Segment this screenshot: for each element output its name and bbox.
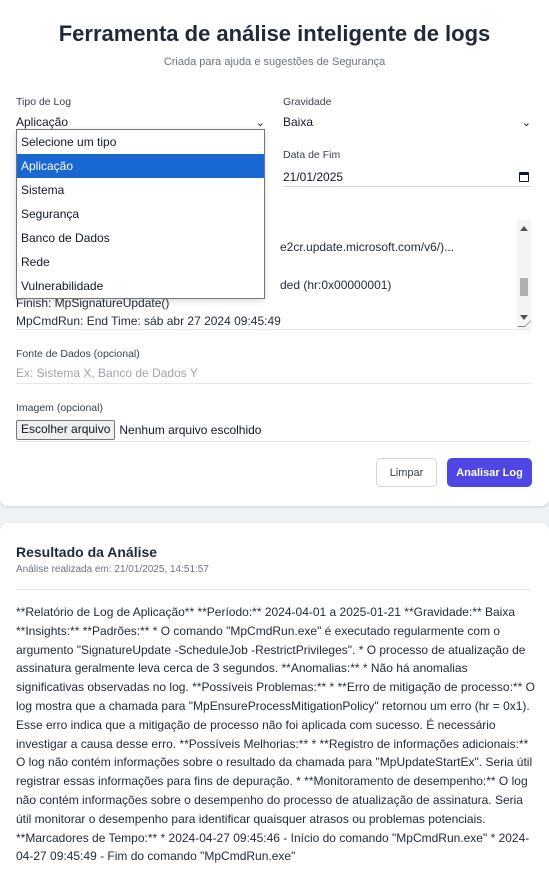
result-body: **Relatório de Log de Aplicação** **Perí… — [16, 605, 535, 864]
dropdown-option[interactable]: Selecione um tipo — [17, 130, 264, 154]
chevron-down-icon: ⌄ — [521, 116, 531, 129]
log-line: e2cr.update.microsoft.com/v6/)... — [280, 240, 455, 254]
log-analysis-form-card: Ferramenta de análise inteligente de log… — [0, 0, 549, 506]
log-type-label: Tipo de Log — [16, 96, 72, 108]
calendar-icon[interactable] — [519, 171, 529, 182]
dropdown-option-selected[interactable]: Aplicação — [17, 154, 264, 178]
end-date-value: 21/01/2025 — [283, 169, 344, 184]
scrollbar-thumb[interactable] — [520, 278, 528, 296]
data-source-label: Fonte de Dados (opcional) — [16, 348, 140, 360]
end-date-label: Data de Fim — [283, 149, 341, 161]
analyze-log-button[interactable]: Analisar Log — [447, 458, 532, 487]
divider — [16, 589, 531, 590]
dropdown-option[interactable]: Vulnerabilidade — [17, 274, 264, 298]
data-source-field[interactable] — [16, 366, 531, 384]
clear-button[interactable]: Limpar — [376, 458, 437, 487]
scroll-up-icon[interactable] — [520, 226, 528, 231]
file-status: Nenhum arquivo escolhido — [119, 423, 262, 437]
dropdown-option[interactable]: Sistema — [17, 178, 264, 202]
severity-select[interactable]: Baixa ⌄ — [283, 111, 531, 133]
log-line: MpCmdRun: End Time: sáb abr 27 2024 09:4… — [16, 314, 281, 328]
end-date-input[interactable]: 21/01/2025 — [283, 167, 531, 187]
dropdown-option[interactable]: Rede — [17, 250, 264, 274]
page-title: Ferramenta de análise inteligente de log… — [58, 21, 491, 46]
dropdown-option[interactable]: Banco de Dados — [17, 226, 264, 250]
severity-value: Baixa — [283, 115, 314, 129]
result-title: Resultado da Análise — [16, 544, 158, 560]
severity-label: Gravidade — [283, 96, 332, 108]
log-type-dropdown: Selecione um tipo Aplicação Sistema Segu… — [16, 129, 265, 299]
image-file-input[interactable]: Escolher arquivo Nenhum arquivo escolhid… — [16, 420, 531, 442]
textarea-scrollbar[interactable] — [517, 220, 531, 329]
log-line: ded (hr:0x00000001) — [280, 278, 392, 292]
chevron-down-icon: ⌄ — [255, 116, 265, 129]
data-source-input[interactable] — [16, 366, 531, 380]
log-type-value: Aplicação — [16, 115, 69, 129]
page-subtitle: Criada para ajuda e sugestões de Seguran… — [163, 56, 386, 68]
result-timestamp: Análise realizada em: 21/01/2025, 14:51:… — [16, 564, 209, 575]
image-label: Imagem (opcional) — [16, 402, 103, 414]
choose-file-button[interactable]: Escolher arquivo — [16, 420, 116, 440]
dropdown-option[interactable]: Segurança — [17, 202, 264, 226]
